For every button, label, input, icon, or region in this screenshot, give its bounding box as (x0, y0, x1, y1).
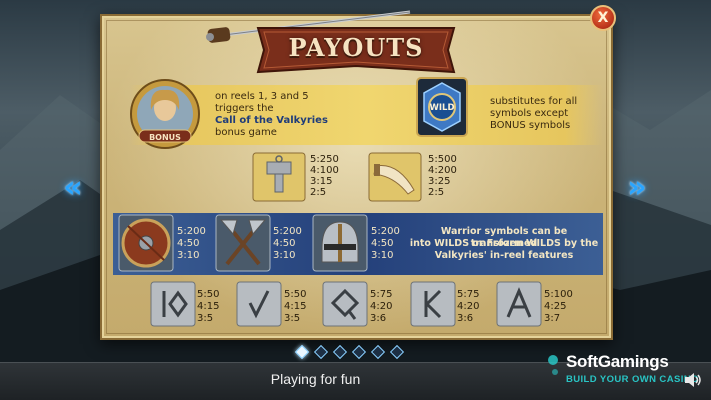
rune-k-icon (410, 281, 456, 327)
helmet-pay-3: 3:10 (371, 250, 394, 261)
warrior-note-line3: Valkyries' in-reel features (434, 250, 574, 261)
next-page-button[interactable]: » (620, 168, 654, 208)
brand-tagline: BUILD YOUR OWN CASINO (566, 374, 699, 385)
axes-pay-4: 4:50 (273, 238, 296, 249)
page-dot-3[interactable] (332, 344, 348, 360)
rune-a-icon (496, 281, 542, 327)
axes-pay-3: 3:10 (273, 250, 296, 261)
shield-pay-4: 4:50 (177, 238, 200, 249)
rune-q-pay-3: 3:6 (370, 313, 387, 324)
rune-a-pay-4: 4:25 (544, 301, 567, 312)
page-indicator (294, 344, 417, 360)
page-dot-6[interactable] (389, 344, 405, 360)
helmet-pay-5: 5:200 (371, 226, 400, 237)
close-button[interactable]: X (590, 5, 616, 31)
drinking-horn-icon (368, 152, 422, 202)
rune-q-pay-5: 5:75 (370, 289, 393, 300)
rune-q-icon (322, 281, 368, 327)
wild-icon-label: WILD (429, 103, 455, 113)
page-dot-4[interactable] (351, 344, 367, 360)
helmet-icon (312, 214, 368, 272)
horn-pay-4: 4:200 (428, 165, 457, 176)
rune-10-pay-5: 5:50 (197, 289, 220, 300)
bonus-desc-line2: triggers the (215, 103, 274, 114)
horn-pay-3: 3:25 (428, 176, 451, 187)
brand-name: SoftGamings (566, 352, 669, 371)
rune-k-pay-5: 5:75 (457, 289, 480, 300)
rune-j-pay-3: 3:5 (284, 313, 301, 324)
bonus-desc-line1: on reels 1, 3 and 5 (215, 91, 309, 102)
shield-icon (118, 214, 174, 272)
sound-icon[interactable] (683, 372, 703, 388)
rune-j-pay-4: 4:15 (284, 301, 307, 312)
page-dot-1[interactable] (294, 344, 310, 360)
rune-j-pay-5: 5:50 (284, 289, 307, 300)
horn-pay-5: 5:500 (428, 154, 457, 165)
crossed-axes-icon (215, 214, 271, 272)
horn-pay-2: 2:5 (428, 187, 445, 198)
warrior-note-line2: into WILDS or Frozen WILDS by the (409, 238, 599, 249)
hammer-pay-2: 2:5 (310, 187, 327, 198)
shield-pay-3: 3:10 (177, 250, 200, 261)
hammer-pendant-icon (252, 152, 306, 202)
bonus-desc-line3: Call of the Valkyries (215, 115, 328, 126)
hammer-pay-4: 4:100 (310, 165, 339, 176)
rune-k-pay-4: 4:20 (457, 301, 480, 312)
hammer-pay-5: 5:250 (310, 154, 339, 165)
page-dot-2[interactable] (313, 344, 329, 360)
rune-q-pay-4: 4:20 (370, 301, 393, 312)
page-title: PAYOUTS (288, 33, 424, 62)
rune-j-icon (236, 281, 282, 327)
rune-10-icon (150, 281, 196, 327)
bonus-icon-label: BONUS (149, 133, 181, 142)
play-mode-status: Playing for fun (270, 371, 361, 387)
axes-pay-5: 5:200 (273, 226, 302, 237)
wild-desc-line1: substitutes for all (490, 96, 578, 107)
rune-10-pay-3: 3:5 (197, 313, 214, 324)
rune-a-pay-3: 3:7 (544, 313, 561, 324)
rune-k-pay-3: 3:6 (457, 313, 474, 324)
page-dot-5[interactable] (370, 344, 386, 360)
bonus-desc-line4: bonus game (215, 127, 277, 138)
wild-desc-line3: BONUS symbols (490, 120, 571, 131)
helmet-pay-4: 4:50 (371, 238, 394, 249)
wild-desc-line2: symbols except (490, 108, 569, 119)
shield-pay-5: 5:200 (177, 226, 206, 237)
rune-10-pay-4: 4:15 (197, 301, 220, 312)
previous-page-button[interactable]: « (56, 168, 90, 208)
rune-a-pay-5: 5:100 (544, 289, 573, 300)
hammer-pay-3: 3:15 (310, 176, 333, 187)
